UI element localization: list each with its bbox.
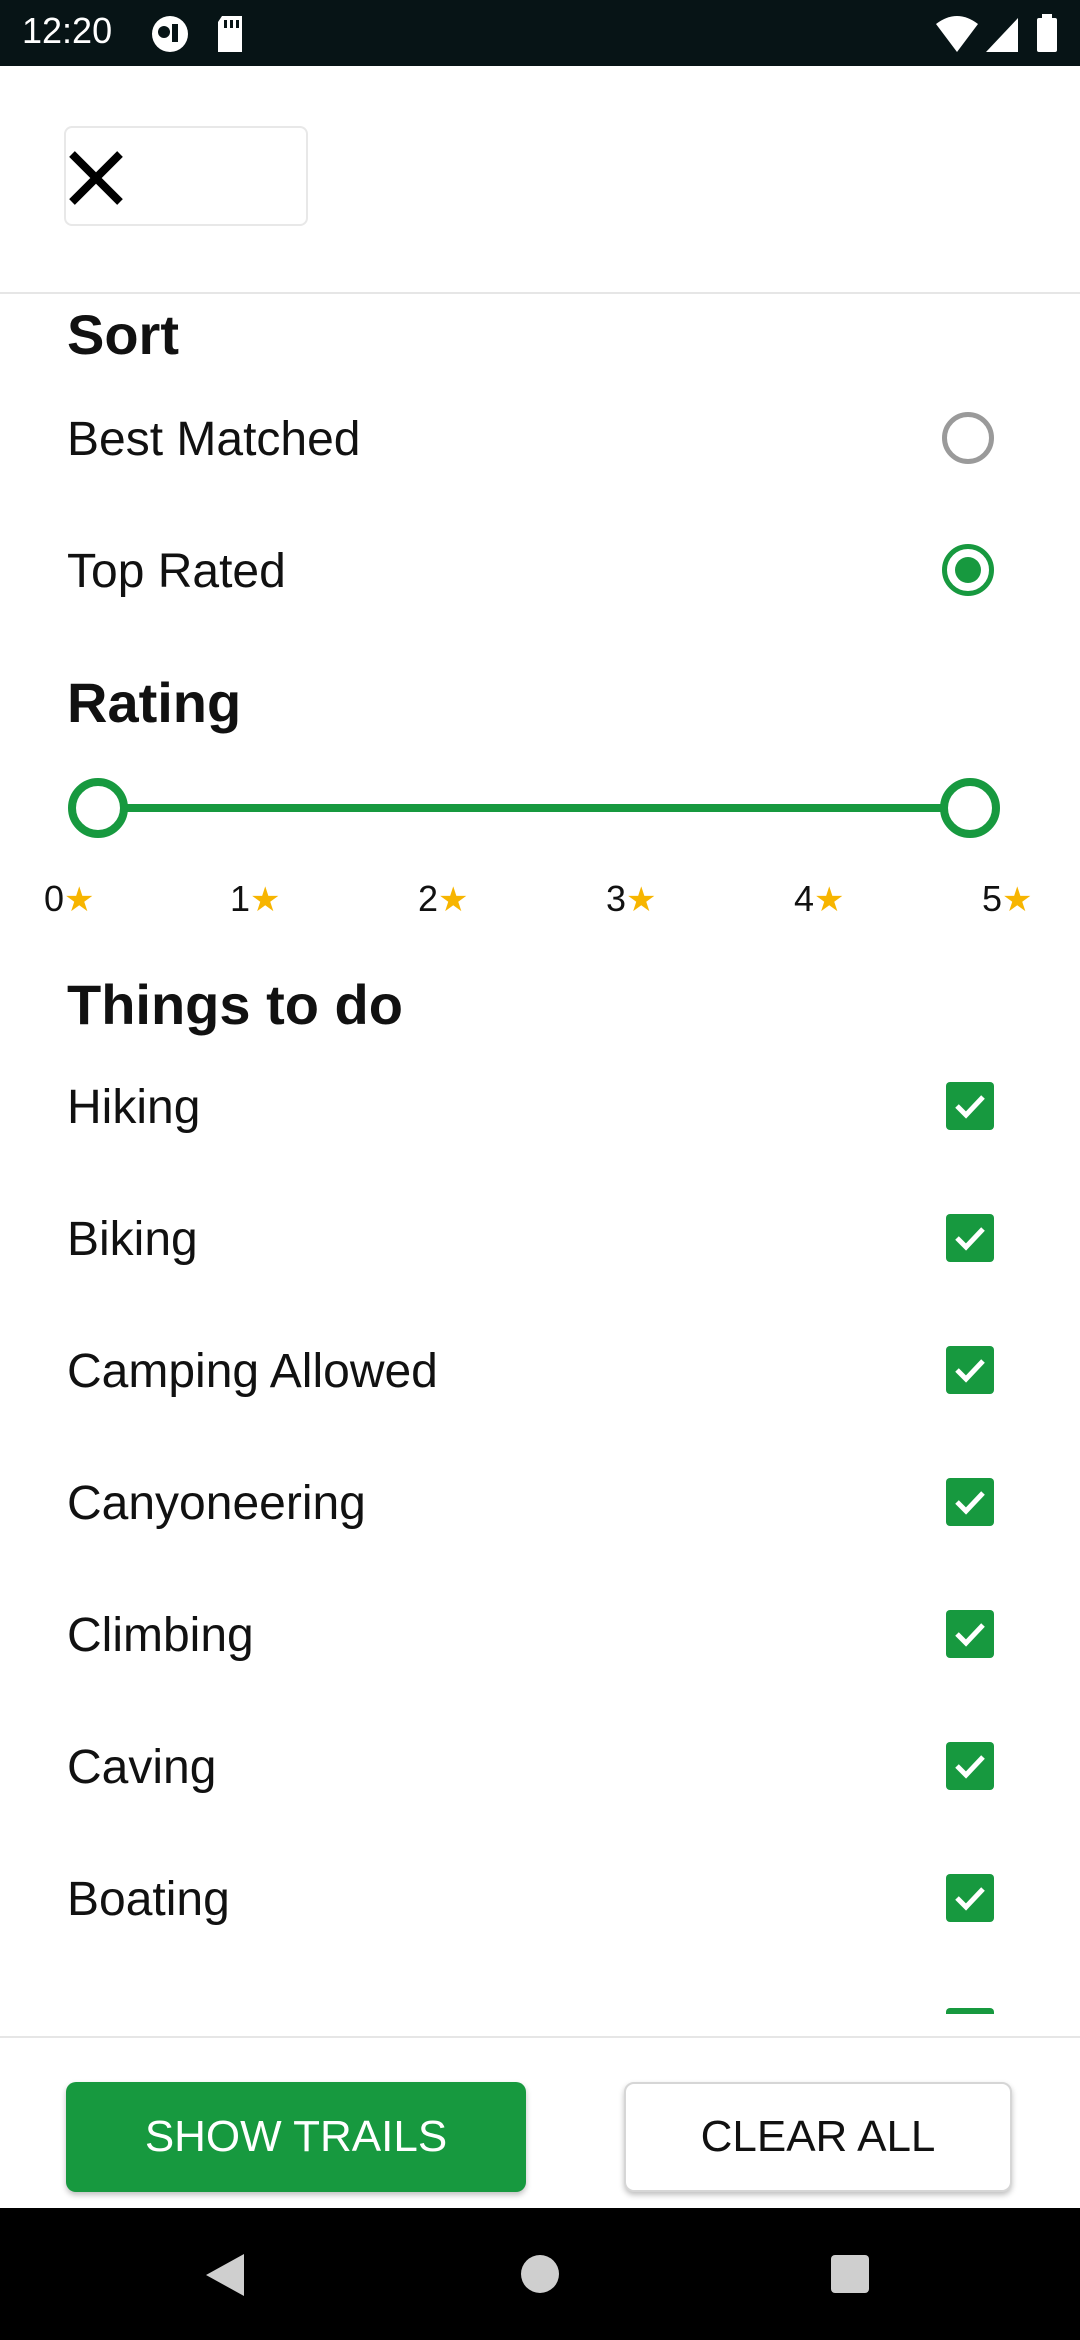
activity-checkbox[interactable] [946,1346,994,1394]
activity-row-boating[interactable]: Boating [0,1872,1080,1962]
recents-icon[interactable] [830,2254,870,2294]
sort-option-top-rated-radio[interactable] [942,544,994,596]
star-icon: ★ [814,881,845,919]
rating-tick-3: 3★ [606,878,657,919]
checkmark-icon [955,1887,985,1911]
activity-label: Camping Allowed [67,1345,438,1398]
navigation-bar [0,2208,1080,2340]
rating-slider-min-thumb[interactable] [68,778,128,838]
activity-checkbox-partial[interactable] [946,2008,994,2014]
sort-option-best-matched-label[interactable]: Best Matched [67,412,360,467]
star-icon: ★ [250,881,281,919]
activity-checkbox[interactable] [946,1874,994,1922]
back-icon[interactable] [204,2252,246,2298]
activity-row-camping-allowed[interactable]: Camping Allowed [0,1344,1080,1434]
checkmark-icon [955,1227,985,1251]
activity-checkbox[interactable] [946,1214,994,1262]
activity-label: Hiking [67,1081,201,1134]
filters-scroll[interactable]: Sort Best Matched Top Rated Rating 0★ 1★… [0,294,1080,2014]
activity-row-biking[interactable]: Biking [0,1212,1080,1302]
activity-checkbox[interactable] [946,1742,994,1790]
rating-slider-track[interactable] [98,804,970,812]
checkmark-icon [955,1623,985,1647]
header [0,66,1080,294]
footer: SHOW TRAILS CLEAR ALL [0,2036,1080,2210]
activity-label: Biking [67,1213,198,1266]
status-bar: 12:20 [0,0,1080,66]
rating-tick-2: 2★ [418,878,469,919]
activity-checkbox[interactable] [946,1082,994,1130]
activity-checkbox[interactable] [946,1610,994,1658]
wifi-icon [936,16,978,52]
checkmark-icon [955,1095,985,1119]
activity-checkbox[interactable] [946,1478,994,1526]
things-to-do-title: Things to do [67,973,403,1036]
activity-label: Climbing [67,1609,254,1662]
sd-card-icon [218,16,242,52]
activity-row-canyoneering[interactable]: Canyoneering [0,1476,1080,1566]
sort-option-top-rated-label[interactable]: Top Rated [67,544,286,599]
activity-label: Boating [67,1873,230,1926]
status-time: 12:20 [22,10,113,51]
battery-icon [1037,14,1057,52]
rating-tick-1: 1★ [230,878,281,919]
rating-tick-4: 4★ [794,878,845,919]
close-button[interactable] [64,126,308,226]
activity-row-hiking[interactable]: Hiking [0,1080,1080,1170]
sort-title: Sort [67,303,179,366]
star-icon: ★ [64,881,95,919]
checkmark-icon [955,1359,985,1383]
star-icon: ★ [1002,881,1033,919]
cellular-signal-icon [986,18,1018,52]
activity-label: Canyoneering [67,1477,366,1530]
checkmark-icon [955,1755,985,1779]
star-icon: ★ [626,881,657,919]
star-icon: ★ [438,881,469,919]
rating-tick-5: 5★ [982,878,1033,919]
activity-row-caving[interactable]: Caving [0,1740,1080,1830]
close-icon [69,151,123,205]
checkmark-icon [955,1491,985,1515]
sort-option-best-matched-radio[interactable] [942,412,994,464]
clear-all-button[interactable]: CLEAR ALL [624,2082,1012,2192]
activity-label: Caving [67,1741,217,1794]
home-icon[interactable] [520,2254,560,2294]
show-trails-button[interactable]: SHOW TRAILS [66,2082,526,2192]
notification-icon [152,16,188,52]
rating-title: Rating [67,671,242,734]
activity-row-climbing[interactable]: Climbing [0,1608,1080,1698]
rating-slider-max-thumb[interactable] [940,778,1000,838]
rating-tick-0: 0★ [44,878,95,919]
